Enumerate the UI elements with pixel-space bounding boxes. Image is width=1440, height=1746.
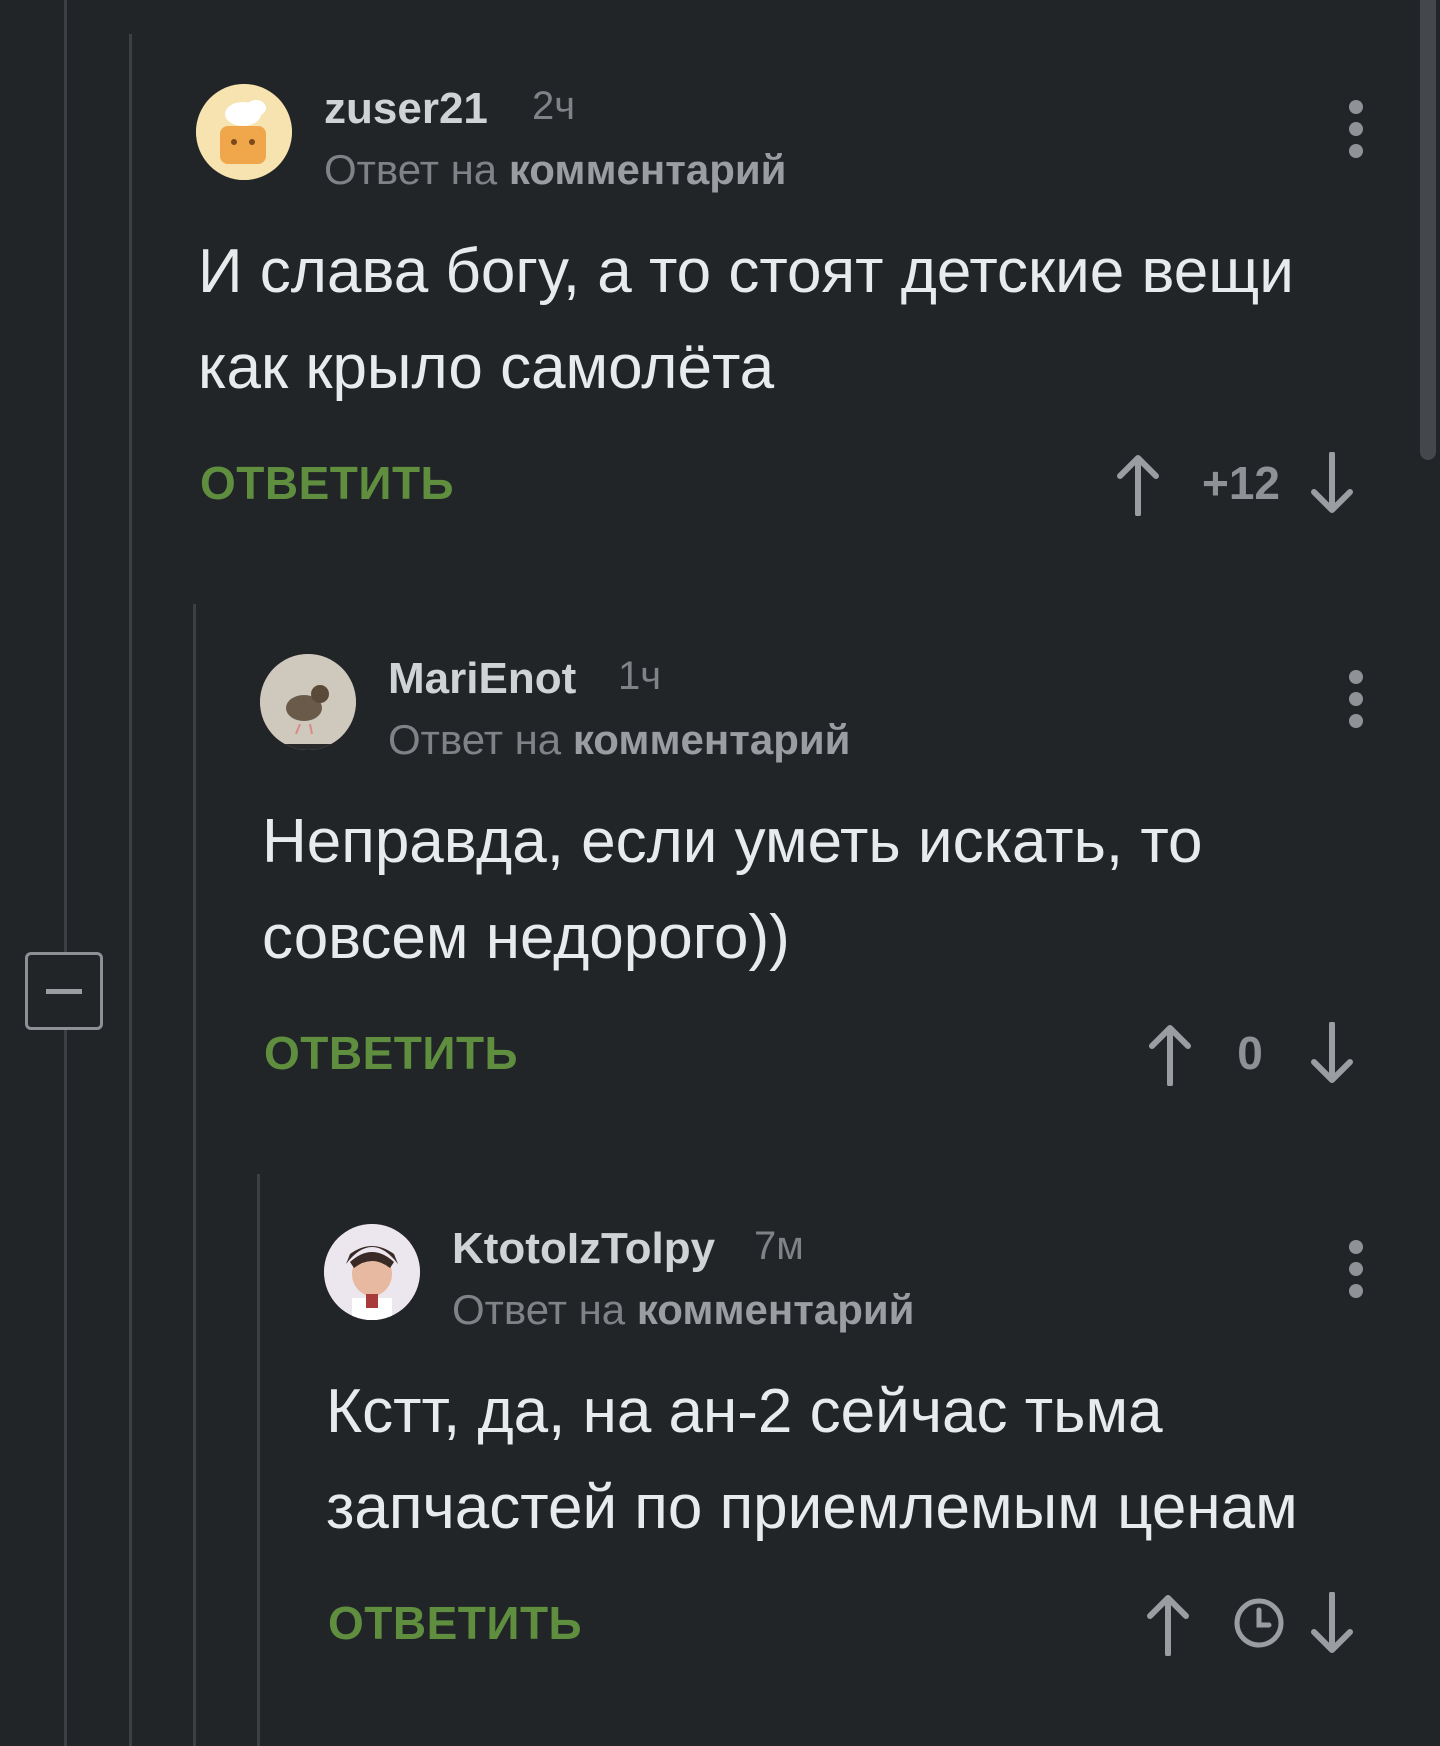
upvote-arrow-icon[interactable] xyxy=(1142,1592,1194,1656)
comment-text-line: запчастей по приемлемым ценам xyxy=(326,1473,1298,1542)
upvote-arrow-icon[interactable] xyxy=(1112,452,1164,516)
avatar[interactable] xyxy=(260,654,356,750)
downvote-arrow-icon[interactable] xyxy=(1306,1022,1358,1086)
comment-time: 7м xyxy=(754,1224,804,1268)
avatar[interactable] xyxy=(324,1224,420,1320)
comment-text-line: как крыло самолёта xyxy=(198,333,775,402)
thread-line-level-2 xyxy=(129,34,132,1746)
author-name[interactable]: MariEnot xyxy=(388,654,576,704)
comment-score: +12 xyxy=(1201,457,1281,509)
reply-to-line: Ответ на комментарий xyxy=(324,146,787,194)
comment: zuser21 2ч Ответ на комментарий И слава … xyxy=(196,84,1386,544)
thread-line-level-4 xyxy=(257,1174,260,1746)
comment-time: 2ч xyxy=(532,84,576,128)
more-options-icon[interactable] xyxy=(1336,100,1376,170)
reply-button[interactable]: ОТВЕТИТЬ xyxy=(200,456,454,510)
comment-score: 0 xyxy=(1237,1027,1263,1079)
comment-text-line: И слава богу, а то стоят детские вещи xyxy=(198,237,1294,306)
comment-text-line: Кстт, да, на ан-2 сейчас тьма xyxy=(326,1377,1163,1446)
avatar[interactable] xyxy=(196,84,292,180)
collapse-thread-button[interactable] xyxy=(25,952,103,1030)
reply-to-line: Ответ на комментарий xyxy=(452,1286,915,1334)
comment-text: Кстт, да, на ан-2 сейчас тьма запчастей … xyxy=(326,1364,1298,1556)
thread-line-level-3 xyxy=(193,604,196,1746)
reply-button[interactable]: ОТВЕТИТЬ xyxy=(328,1596,582,1650)
upvote-arrow-icon[interactable] xyxy=(1144,1022,1196,1086)
comment: KtotoIzTolpy 7м Ответ на комментарий Кст… xyxy=(324,1224,1386,1684)
reply-to-prefix: Ответ на xyxy=(452,1286,626,1333)
downvote-arrow-icon[interactable] xyxy=(1306,452,1358,516)
scrollbar[interactable] xyxy=(1420,0,1436,460)
comment: MariEnot 1ч Ответ на комментарий Неправд… xyxy=(260,654,1386,1114)
comment-text-line: совсем недорого)) xyxy=(262,903,790,972)
reply-to-line: Ответ на комментарий xyxy=(388,716,851,764)
more-options-icon[interactable] xyxy=(1336,670,1376,740)
comment-text: Неправда, если уметь искать, то совсем н… xyxy=(262,794,1203,986)
reply-to-prefix: Ответ на xyxy=(324,146,498,193)
reply-to-link[interactable]: комментарий xyxy=(509,146,787,193)
downvote-arrow-icon[interactable] xyxy=(1306,1592,1358,1656)
reply-to-link[interactable]: комментарий xyxy=(637,1286,915,1333)
comment-text-line: Неправда, если уметь искать, то xyxy=(262,807,1203,876)
thread-line-level-1 xyxy=(64,0,67,1746)
reply-to-prefix: Ответ на xyxy=(388,716,562,763)
more-options-icon[interactable] xyxy=(1336,1240,1376,1310)
author-name[interactable]: zuser21 xyxy=(324,84,488,134)
comment-text: И слава богу, а то стоят детские вещи ка… xyxy=(198,224,1294,416)
minus-icon xyxy=(46,989,82,994)
author-name[interactable]: KtotoIzTolpy xyxy=(452,1224,715,1274)
comment-time: 1ч xyxy=(618,654,662,698)
reply-button[interactable]: ОТВЕТИТЬ xyxy=(264,1026,518,1080)
reply-to-link[interactable]: комментарий xyxy=(573,716,851,763)
clock-icon xyxy=(1234,1598,1284,1648)
